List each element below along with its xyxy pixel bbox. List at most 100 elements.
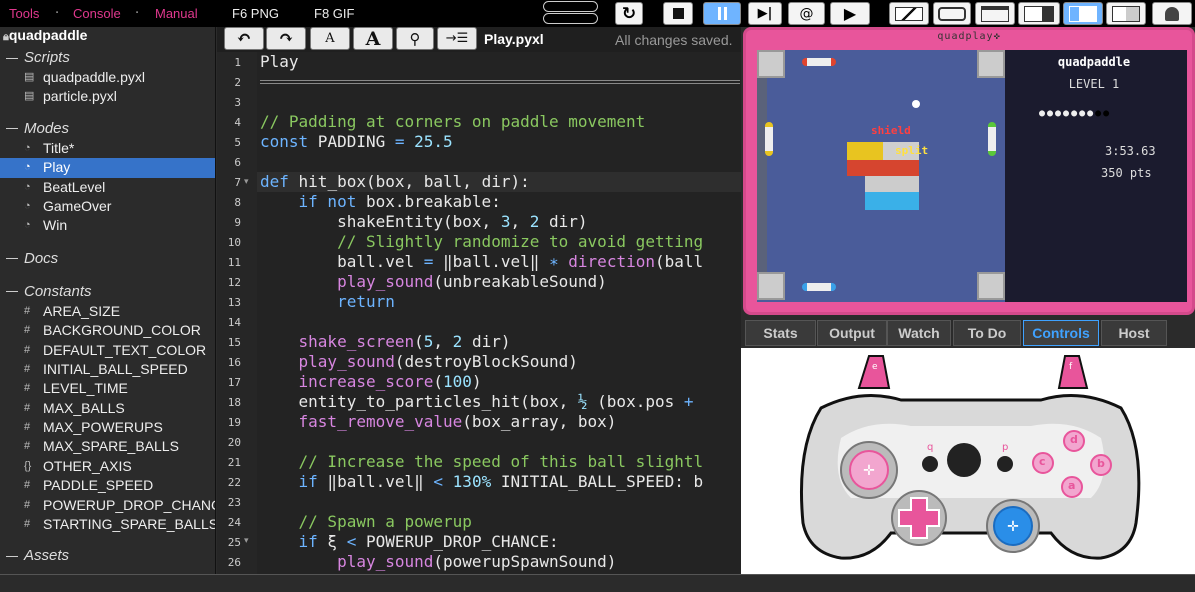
- mode-icon: ◔: [24, 199, 31, 212]
- tab-watch[interactable]: Watch: [887, 320, 951, 346]
- mode-item[interactable]: ◔ Title*: [0, 139, 215, 158]
- home-button[interactable]: [947, 443, 981, 477]
- constant-item[interactable]: {} OTHER_AXIS: [0, 457, 215, 476]
- test-layout-icon: [1112, 5, 1140, 22]
- left-stick-arrows-icon: ✛: [863, 463, 875, 479]
- tab-stats[interactable]: Stats: [745, 320, 816, 346]
- layout-ghost-button[interactable]: [1152, 2, 1192, 25]
- line-number: 4: [234, 116, 241, 129]
- tab-output[interactable]: Output: [817, 320, 887, 346]
- ide-layout-icon: [1069, 5, 1097, 22]
- line-number: 3: [234, 96, 241, 109]
- menu-manual[interactable]: Manual: [155, 6, 198, 21]
- script-item[interactable]: ▤ particle.pyxl: [0, 87, 215, 106]
- code-line: entity_to_particles_hit(box, ½ (box.pos …: [260, 392, 694, 411]
- section-scripts[interactable]: Scripts: [0, 48, 215, 68]
- constant-item[interactable]: # INITIAL_BALL_SPEED: [0, 360, 215, 379]
- tab-controls[interactable]: Controls: [1023, 320, 1099, 346]
- constant-item[interactable]: # AREA_SIZE: [0, 302, 215, 321]
- fullscreen-icon: [895, 6, 923, 21]
- play-button[interactable]: ▶: [830, 2, 870, 25]
- hud-title: quadpaddle: [1057, 55, 1131, 69]
- tab-host[interactable]: Host: [1101, 320, 1167, 346]
- layout-fullscreen-button[interactable]: [889, 2, 929, 25]
- status-bar: [0, 574, 1195, 592]
- right-bumper[interactable]: [1057, 355, 1089, 389]
- mode-item[interactable]: ◔ Win: [0, 216, 215, 235]
- constant-item[interactable]: # BACKGROUND_COLOR: [0, 321, 215, 340]
- reload-button[interactable]: ↻: [615, 2, 643, 25]
- menu-tools[interactable]: Tools: [9, 6, 39, 21]
- mode-item[interactable]: ◔ GameOver: [0, 197, 215, 216]
- line-number: 25: [227, 536, 241, 549]
- section-constants[interactable]: Constants: [0, 282, 215, 302]
- menu-f6-png[interactable]: F6 PNG: [232, 6, 279, 21]
- font-larger-button[interactable]: A: [353, 27, 393, 50]
- undo-icon: ↶: [236, 28, 252, 49]
- corner-block: [977, 272, 1005, 300]
- layout-editor-button[interactable]: [1018, 2, 1060, 25]
- layout-windowed-button[interactable]: [975, 2, 1015, 25]
- select-button[interactable]: [922, 456, 938, 472]
- line-number: 17: [227, 376, 241, 389]
- constant-item[interactable]: # STARTING_SPARE_BALLS: [0, 515, 215, 534]
- code-line: shake_screen(5, 2 dir): [298, 332, 511, 351]
- layout-handheld-button[interactable]: [933, 2, 971, 25]
- goto-definition-button[interactable]: →☰: [437, 27, 477, 50]
- hash-icon: #: [24, 324, 31, 337]
- fold-arrow-icon[interactable]: ▾: [244, 536, 249, 546]
- mode-item[interactable]: ◔ BeatLevel: [0, 178, 215, 197]
- project-title[interactable]: 🔒︎quadpaddle: [0, 27, 215, 44]
- constant-item[interactable]: # LEVEL_TIME: [0, 379, 215, 398]
- menu-console[interactable]: Console: [73, 6, 121, 21]
- game-screen[interactable]: shield split quadpaddle LEVEL 1 ●●●●●●●●…: [757, 50, 1187, 302]
- line-number: 18: [227, 396, 241, 409]
- hud-time: 3:53.63: [1105, 144, 1156, 158]
- layout-ide-button[interactable]: [1063, 2, 1103, 25]
- label-d: d: [1070, 433, 1078, 446]
- menu-f8-gif[interactable]: F8 GIF: [314, 6, 354, 21]
- menu-separator: ·: [55, 6, 60, 21]
- search-button[interactable]: ⚲: [396, 27, 434, 50]
- left-bumper[interactable]: [857, 355, 891, 389]
- fold-arrow-icon[interactable]: ▾: [244, 177, 249, 187]
- pause-button[interactable]: [703, 2, 741, 25]
- undo-button[interactable]: ↶: [224, 27, 264, 50]
- emulator-toggle[interactable]: [543, 1, 598, 25]
- constant-item[interactable]: # MAX_BALLS: [0, 399, 215, 418]
- label-c: c: [1039, 455, 1046, 468]
- font-smaller-button[interactable]: A: [310, 27, 350, 50]
- menu-separator: ·: [135, 6, 140, 21]
- gamepad-illustration: ✛ ✛: [800, 355, 1141, 560]
- tab-todo[interactable]: To Do: [953, 320, 1021, 346]
- controller-panel: ✛ ✛ e f q p d c b a: [741, 348, 1195, 574]
- section-assets[interactable]: Assets: [0, 546, 215, 566]
- script-item[interactable]: ▤ quadpaddle.pyxl: [0, 68, 215, 87]
- stop-button[interactable]: [663, 2, 693, 25]
- constant-item[interactable]: # POWERUP_DROP_CHANCE: [0, 496, 215, 515]
- search-icon: ⚲: [409, 29, 421, 48]
- start-button[interactable]: [997, 456, 1013, 472]
- mode-icon: ◔: [24, 161, 31, 174]
- section-modes[interactable]: Modes: [0, 119, 215, 139]
- code-line: return: [337, 292, 395, 311]
- code-line: play_sound(destroyBlockSound): [298, 352, 578, 371]
- wall-strip: [757, 78, 767, 272]
- hud-score: 350 pts: [1101, 166, 1152, 180]
- mode-item-selected[interactable]: ◔ Play: [0, 158, 215, 178]
- section-docs[interactable]: Docs: [0, 249, 215, 269]
- editor-layout-icon: [1024, 5, 1054, 22]
- layout-test-button[interactable]: [1106, 2, 1146, 25]
- constant-item[interactable]: # MAX_POWERUPS: [0, 418, 215, 437]
- constant-item[interactable]: # PADDLE_SPEED: [0, 476, 215, 495]
- slow-motion-button[interactable]: @: [788, 2, 825, 25]
- constant-item[interactable]: # DEFAULT_TEXT_COLOR: [0, 341, 215, 360]
- redo-button[interactable]: ↷: [266, 27, 306, 50]
- label-b: b: [1097, 457, 1105, 470]
- powerup-text-shield: shield: [871, 124, 911, 137]
- hash-icon: #: [24, 421, 31, 434]
- constant-item[interactable]: # MAX_SPARE_BALLS: [0, 437, 215, 456]
- step-button[interactable]: ▶|: [748, 2, 782, 25]
- code-editor[interactable]: 1 2 3 4 5 6 7 8 9 10 11 12 13 14 15 16 17 18 19 20 21 22 23 24 2…: [217, 52, 741, 574]
- save-status: All changes saved.: [615, 32, 733, 48]
